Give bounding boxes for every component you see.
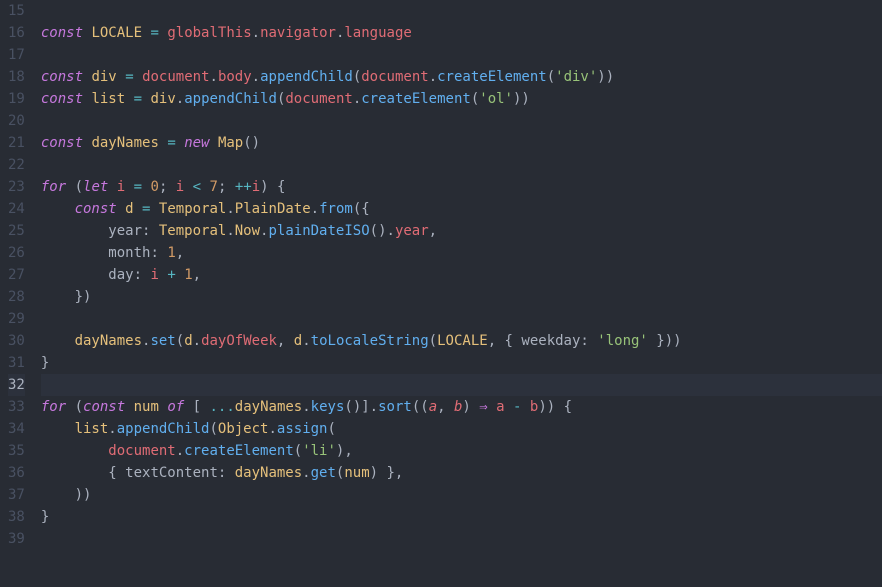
code-line[interactable]: for (let i = 0; i < 7; ++i) { xyxy=(41,176,882,198)
line-number: 26 xyxy=(8,242,25,264)
code-editor[interactable]: 1516171819202122232425262728293031323334… xyxy=(0,0,882,587)
code-line[interactable]: { textContent: dayNames.get(num) }, xyxy=(41,462,882,484)
code-line[interactable]: for (const num of [ ...dayNames.keys()].… xyxy=(41,396,882,418)
line-number: 27 xyxy=(8,264,25,286)
line-number: 33 xyxy=(8,396,25,418)
code-line[interactable] xyxy=(41,44,882,66)
line-number: 39 xyxy=(8,528,25,550)
code-line[interactable] xyxy=(41,308,882,330)
line-number: 31 xyxy=(8,352,25,374)
line-number-gutter: 1516171819202122232425262728293031323334… xyxy=(0,0,37,587)
code-area[interactable]: const LOCALE = globalThis.navigator.lang… xyxy=(37,0,882,587)
code-line[interactable]: const d = Temporal.PlainDate.from({ xyxy=(41,198,882,220)
line-number: 30 xyxy=(8,330,25,352)
line-number: 22 xyxy=(8,154,25,176)
line-number: 28 xyxy=(8,286,25,308)
code-line[interactable]: const list = div.appendChild(document.cr… xyxy=(41,88,882,110)
code-line[interactable]: )) xyxy=(41,484,882,506)
line-number: 24 xyxy=(8,198,25,220)
line-number: 25 xyxy=(8,220,25,242)
line-number: 37 xyxy=(8,484,25,506)
code-line[interactable]: year: Temporal.Now.plainDateISO().year, xyxy=(41,220,882,242)
code-line[interactable]: month: 1, xyxy=(41,242,882,264)
code-line[interactable]: const LOCALE = globalThis.navigator.lang… xyxy=(41,22,882,44)
code-line[interactable] xyxy=(41,528,882,550)
line-number: 15 xyxy=(8,0,25,22)
line-number: 18 xyxy=(8,66,25,88)
line-number: 38 xyxy=(8,506,25,528)
line-number: 21 xyxy=(8,132,25,154)
line-number: 35 xyxy=(8,440,25,462)
line-number: 20 xyxy=(8,110,25,132)
line-number: 36 xyxy=(8,462,25,484)
code-line[interactable]: const div = document.body.appendChild(do… xyxy=(41,66,882,88)
code-line[interactable] xyxy=(41,154,882,176)
code-line[interactable]: }) xyxy=(41,286,882,308)
code-line[interactable] xyxy=(41,374,882,396)
code-line[interactable] xyxy=(41,110,882,132)
code-line[interactable]: list.appendChild(Object.assign( xyxy=(41,418,882,440)
code-line[interactable]: dayNames.set(d.dayOfWeek, d.toLocaleStri… xyxy=(41,330,882,352)
code-line[interactable]: } xyxy=(41,506,882,528)
code-line[interactable]: } xyxy=(41,352,882,374)
line-number: 17 xyxy=(8,44,25,66)
line-number: 19 xyxy=(8,88,25,110)
code-line[interactable] xyxy=(41,0,882,22)
line-number: 16 xyxy=(8,22,25,44)
code-line[interactable]: const dayNames = new Map() xyxy=(41,132,882,154)
line-number: 23 xyxy=(8,176,25,198)
code-line[interactable]: document.createElement('li'), xyxy=(41,440,882,462)
line-number: 32 xyxy=(8,374,25,396)
code-line[interactable]: day: i + 1, xyxy=(41,264,882,286)
line-number: 34 xyxy=(8,418,25,440)
line-number: 29 xyxy=(8,308,25,330)
